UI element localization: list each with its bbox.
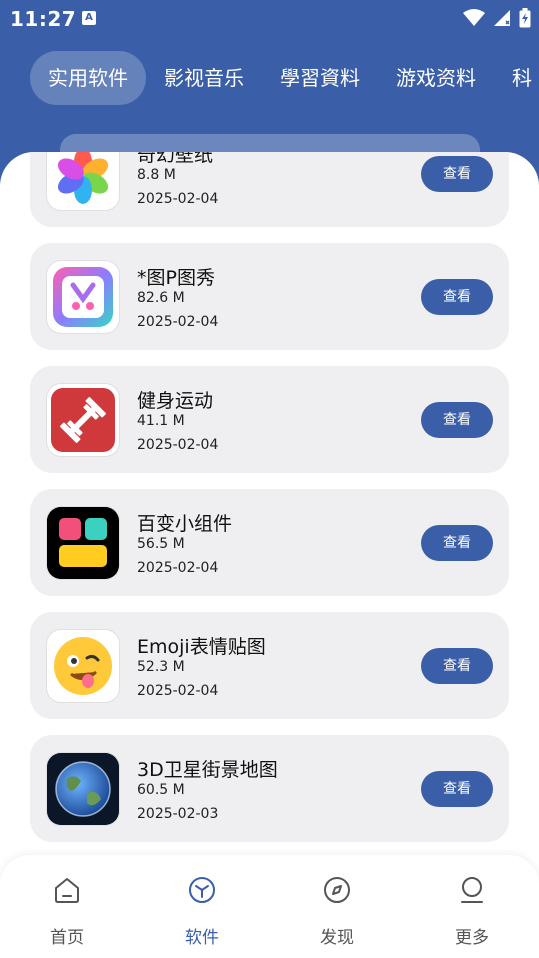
app-size: 56.5 M (137, 536, 185, 552)
tab-video-music[interactable]: 影视音乐 (146, 51, 262, 105)
widgets-icon (47, 507, 119, 579)
view-button[interactable]: 查看 (421, 402, 493, 438)
app-name: *图P图秀 (137, 267, 215, 289)
view-button[interactable]: 查看 (421, 156, 493, 192)
status-time: 11:27 (10, 7, 77, 31)
earth-icon (47, 753, 119, 825)
status-bar: 11:27 A (0, 0, 539, 36)
app-date: 2025-02-04 (137, 683, 219, 699)
user-icon (461, 877, 483, 903)
app-size: 41.1 M (137, 413, 185, 429)
app-date: 2025-02-03 (137, 806, 219, 822)
nav-item-home[interactable]: 首页 (27, 875, 107, 948)
list-item[interactable]: Emoji表情贴图 52.3 M 2025-02-04 查看 (30, 612, 509, 719)
cube-icon (189, 877, 215, 903)
tab-practical-software[interactable]: 实用软件 (30, 51, 146, 105)
app-name: 百变小组件 (137, 513, 233, 535)
category-tabs: 实用软件 影视音乐 學習資料 游戏资料 科 (30, 51, 539, 105)
app-size: 8.8 M (137, 167, 176, 183)
app-name: Emoji表情贴图 (137, 636, 266, 658)
emoji-icon (47, 630, 119, 702)
app-size: 82.6 M (137, 290, 185, 306)
wifi-icon (463, 9, 485, 26)
app-size: 52.3 M (137, 659, 185, 675)
app-name: 奇幻壁纸 (137, 152, 214, 166)
nav-label: 首页 (50, 928, 84, 948)
app-name: 健身运动 (137, 390, 214, 412)
list-item[interactable]: 健身运动 41.1 M 2025-02-04 查看 (30, 366, 509, 473)
app-name: 3D卫星街景地图 (137, 759, 278, 781)
app-date: 2025-02-04 (137, 560, 219, 576)
app-date: 2025-02-04 (137, 437, 219, 453)
nav-item-more[interactable]: 更多 (432, 875, 512, 948)
compass-icon (324, 877, 350, 903)
app-date: 2025-02-04 (137, 314, 219, 330)
view-button[interactable]: 查看 (421, 771, 493, 807)
scissors-app-icon (47, 261, 119, 333)
app-size: 60.5 M (137, 782, 185, 798)
tab-game-materials[interactable]: 游戏资料 (378, 51, 494, 105)
battery-icon (519, 8, 531, 28)
system-icons (463, 8, 531, 28)
nav-label: 发现 (320, 928, 354, 948)
view-button[interactable]: 查看 (421, 279, 493, 315)
nav-label: 软件 (185, 928, 219, 948)
notification-icon: A (82, 11, 96, 25)
nav-item-discover[interactable]: 发现 (297, 875, 377, 948)
flower-icon (47, 152, 119, 210)
view-button[interactable]: 查看 (421, 648, 493, 684)
content-panel: 奇幻壁纸 8.8 M 2025-02-04 查看 *图P图秀 82.6 M 20… (0, 152, 539, 958)
bottom-navigation: 首页 软件 发现 更多 (0, 855, 539, 958)
list-item[interactable]: 百变小组件 56.5 M 2025-02-04 查看 (30, 489, 509, 596)
nav-label: 更多 (455, 928, 489, 948)
app-date: 2025-02-04 (137, 191, 219, 207)
tab-science[interactable]: 科 (494, 51, 539, 105)
dumbbell-icon (47, 384, 119, 456)
home-icon (55, 878, 79, 903)
list-item[interactable]: 3D卫星街景地图 60.5 M 2025-02-03 查看 (30, 735, 509, 842)
tab-study-materials[interactable]: 學習資料 (262, 51, 378, 105)
view-button[interactable]: 查看 (421, 525, 493, 561)
list-item[interactable]: 奇幻壁纸 8.8 M 2025-02-04 查看 (30, 152, 509, 227)
nav-item-software[interactable]: 软件 (162, 875, 242, 948)
list-item[interactable]: *图P图秀 82.6 M 2025-02-04 查看 (30, 243, 509, 350)
cellular-icon (494, 10, 510, 26)
